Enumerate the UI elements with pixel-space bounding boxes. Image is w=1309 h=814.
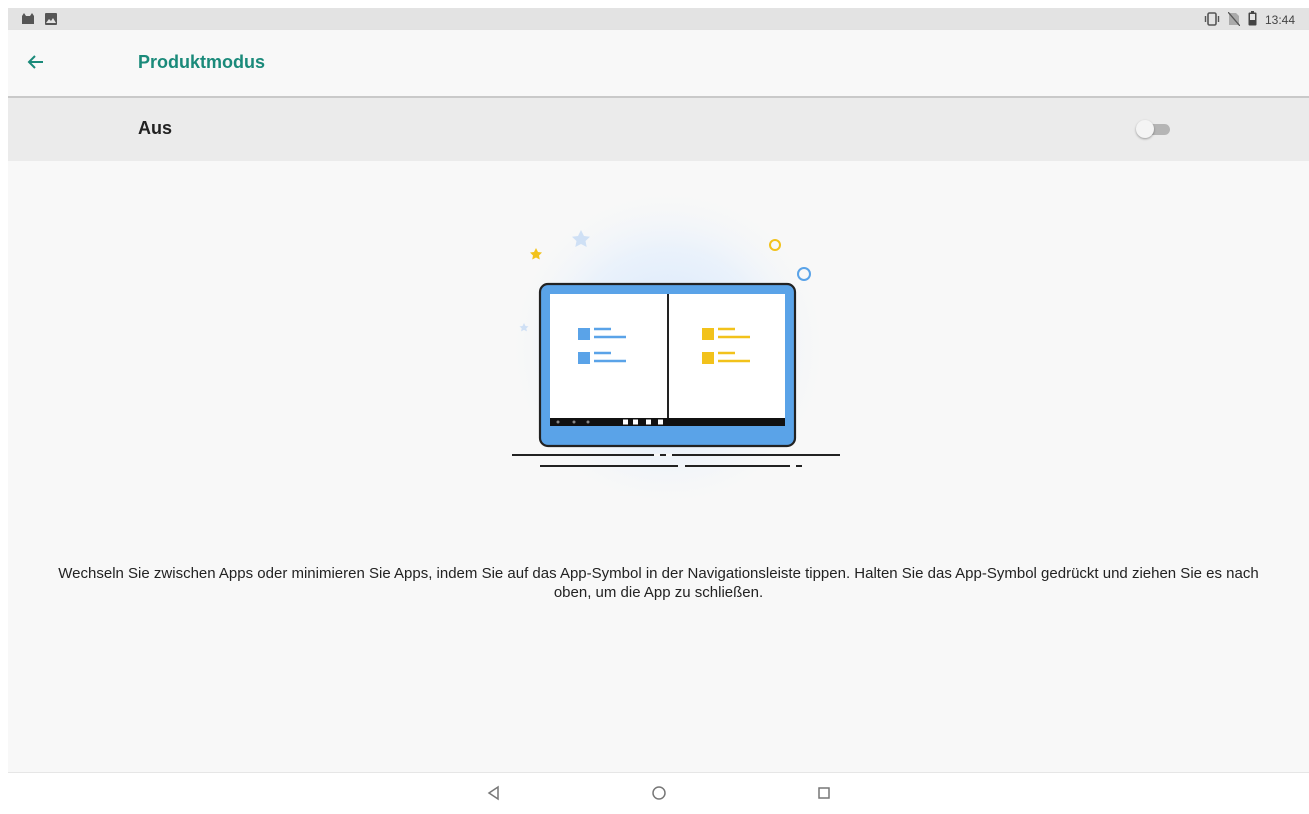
- product-mode-toggle-row[interactable]: Aus: [8, 98, 1309, 161]
- page-title: Produktmodus: [138, 52, 266, 72]
- switch-thumb: [1136, 120, 1154, 138]
- screen: 13:44 Produktmodus Aus Wechseln Sie zwis…: [8, 8, 1309, 814]
- app-bar: Produktmodus: [8, 30, 1309, 98]
- battery-icon: [1248, 11, 1257, 29]
- description-text: Wechseln Sie zwischen Apps oder minimier…: [58, 565, 1259, 601]
- tablet-split-screen-illustration: [488, 178, 848, 518]
- arrow-back-icon: [26, 52, 46, 77]
- recents-square-icon: [816, 785, 832, 806]
- navigation-bar: [8, 772, 1309, 814]
- back-triangle-icon: [486, 785, 502, 806]
- status-time: 13:44: [1264, 13, 1295, 27]
- toggle-label: Aus: [138, 118, 173, 138]
- home-circle-icon: [651, 785, 667, 806]
- product-mode-switch[interactable]: [1136, 120, 1172, 138]
- nav-recents-button[interactable]: [812, 783, 836, 807]
- nav-back-button[interactable]: [482, 783, 506, 807]
- vibrate-icon: [1204, 11, 1220, 29]
- no-sim-icon: [1227, 11, 1241, 29]
- cat-icon: [20, 12, 36, 29]
- image-icon: [44, 12, 58, 29]
- status-bar: 13:44: [8, 8, 1309, 30]
- nav-home-button[interactable]: [647, 783, 671, 807]
- back-button[interactable]: [22, 50, 50, 78]
